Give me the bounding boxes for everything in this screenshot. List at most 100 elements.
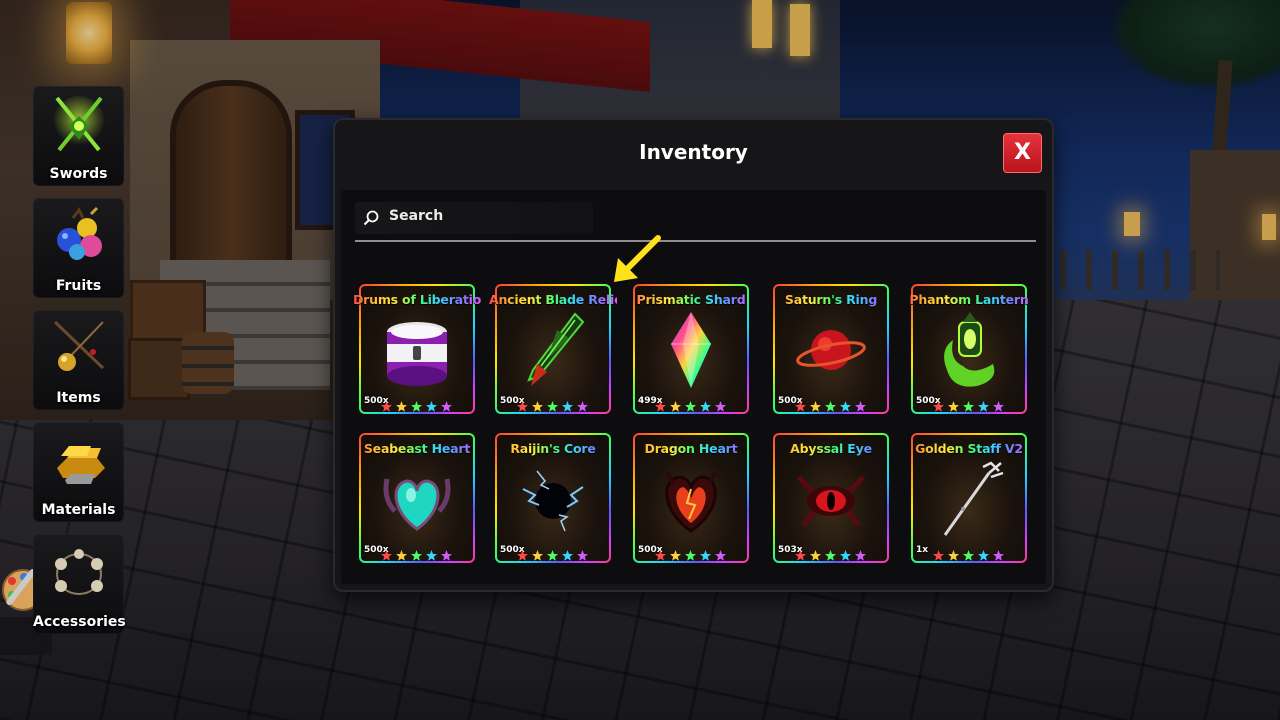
rarity-star-icon [396,550,407,561]
rarity-star-icon [715,401,726,412]
rarity-star-icon [840,401,851,412]
inventory-item-saturns-ring[interactable]: Saturn's Ring 500x [773,284,889,414]
rarity-star-icon [933,401,944,412]
drum-icon [387,322,447,386]
rarity-stars [381,550,461,562]
paint-dot [8,577,16,585]
rarity-star-icon [655,550,666,561]
rarity-star-icon [933,550,944,561]
rarity-star-icon [948,550,959,561]
inventory-item-raijins-core[interactable]: Raijin's Core 500x [495,433,611,563]
sidebar-item-label: Materials [41,502,116,518]
item-quantity: 1x [916,545,929,555]
rarity-star-icon [948,401,959,412]
rarity-star-icon [715,550,726,561]
red-abyssal-eye-icon [797,475,865,527]
rarity-star-icon [670,401,681,412]
green-flame-lantern-icon [944,312,995,387]
rarity-stars [517,401,597,413]
inventory-item-seabeast-heart[interactable]: Seabeast Heart 500x [359,433,475,563]
inventory-item-dragon-heart[interactable]: Dragon Heart 500x [633,433,749,563]
rarity-star-icon [825,401,836,412]
item-name: Abyssal Eye [767,441,895,456]
rarity-star-icon [810,550,821,561]
rainbow-crystal-icon [671,312,711,388]
rarity-star-icon [547,550,558,561]
rarity-stars [933,550,1013,562]
yellow-pointer-arrow-icon [614,235,661,282]
inventory-panel: Inventory X Search Drums of Liberation 5… [333,118,1054,592]
item-name: Raijin's Core [489,441,617,456]
sidebar-item-swords[interactable]: Swords [33,86,124,186]
rarity-star-icon [978,550,989,561]
inventory-item-golden-staff-v2[interactable]: Golden Staff V2 1x [911,433,1027,563]
sidebar-item-fruits[interactable]: Fruits [33,198,124,298]
rarity-star-icon [978,401,989,412]
item-name: Saturn's Ring [767,292,895,307]
close-button[interactable]: X [1003,133,1042,173]
rarity-star-icon [411,401,422,412]
rarity-star-icon [963,401,974,412]
search-input[interactable]: Search [355,202,593,234]
sidebar-item-materials[interactable]: Materials [33,422,124,522]
sidebar-item-items[interactable]: Items [33,310,124,410]
rarity-star-icon [700,550,711,561]
rarity-star-icon [562,550,573,561]
inventory-item-phantom-lantern[interactable]: Phantom Lantern 500x [909,284,1029,414]
rarity-stars [655,550,735,562]
sidebar-item-label: Fruits [55,278,102,294]
rarity-star-icon [993,401,1004,412]
rarity-stars [795,550,875,562]
rarity-star-icon [795,550,806,561]
search-divider [355,240,1036,242]
bead-necklace-icon [55,549,103,595]
rarity-star-icon [426,401,437,412]
rarity-star-icon [670,550,681,561]
rarity-star-icon [700,401,711,412]
rarity-star-icon [577,550,588,561]
item-name: Prismatic Shard [627,292,755,307]
green-blade-relic-icon [527,312,585,386]
rarity-star-icon [426,550,437,561]
rarity-star-icon [441,550,452,561]
rarity-stars [933,401,1013,413]
devil-fruits-icon [57,206,102,260]
rarity-stars [655,401,735,413]
silver-trident-staff-icon [943,461,1004,536]
lightning-orb-icon [522,470,584,532]
inventory-item-prismatic-shard[interactable]: Prismatic Shard 499x [633,284,749,414]
item-name: Ancient Blade Relic [489,292,622,307]
rarity-star-icon [655,401,666,412]
rarity-star-icon [441,401,452,412]
teal-heart-tentacles-icon [383,478,451,531]
rarity-star-icon [855,550,866,561]
rarity-star-icon [993,550,1004,561]
rarity-star-icon [855,401,866,412]
rarity-star-icon [963,550,974,561]
red-ringed-planet-icon [796,330,866,370]
rarity-stars [517,550,597,562]
gold-ingot-icon [57,446,105,484]
panel-title: Inventory [639,140,748,164]
rarity-star-icon [810,401,821,412]
item-name: Phantom Lantern [905,292,1033,307]
item-name: Drums of Liberation [353,292,490,307]
search-placeholder: Search [389,208,444,224]
inventory-item-drums-of-liberation[interactable]: Drums of Liberation 500x [353,284,490,414]
rarity-star-icon [381,401,392,412]
sidebar-item-label: Swords [49,166,108,182]
rarity-star-icon [840,550,851,561]
inventory-item-ancient-blade-relic[interactable]: Ancient Blade Relic 500x [489,284,621,414]
sidebar-item-accessories[interactable]: Accessories [33,534,126,634]
rarity-star-icon [411,550,422,561]
rod-and-orb-icon [53,320,105,371]
fiery-dragon-heart-icon [665,471,717,533]
rarity-star-icon [685,550,696,561]
rarity-star-icon [396,401,407,412]
rarity-stars [381,401,461,413]
rarity-star-icon [562,401,573,412]
rarity-star-icon [517,401,528,412]
sidebar-item-label: Accessories [33,614,126,630]
rarity-star-icon [381,550,392,561]
inventory-item-abyssal-eye[interactable]: Abyssal Eye 503x [773,433,889,563]
